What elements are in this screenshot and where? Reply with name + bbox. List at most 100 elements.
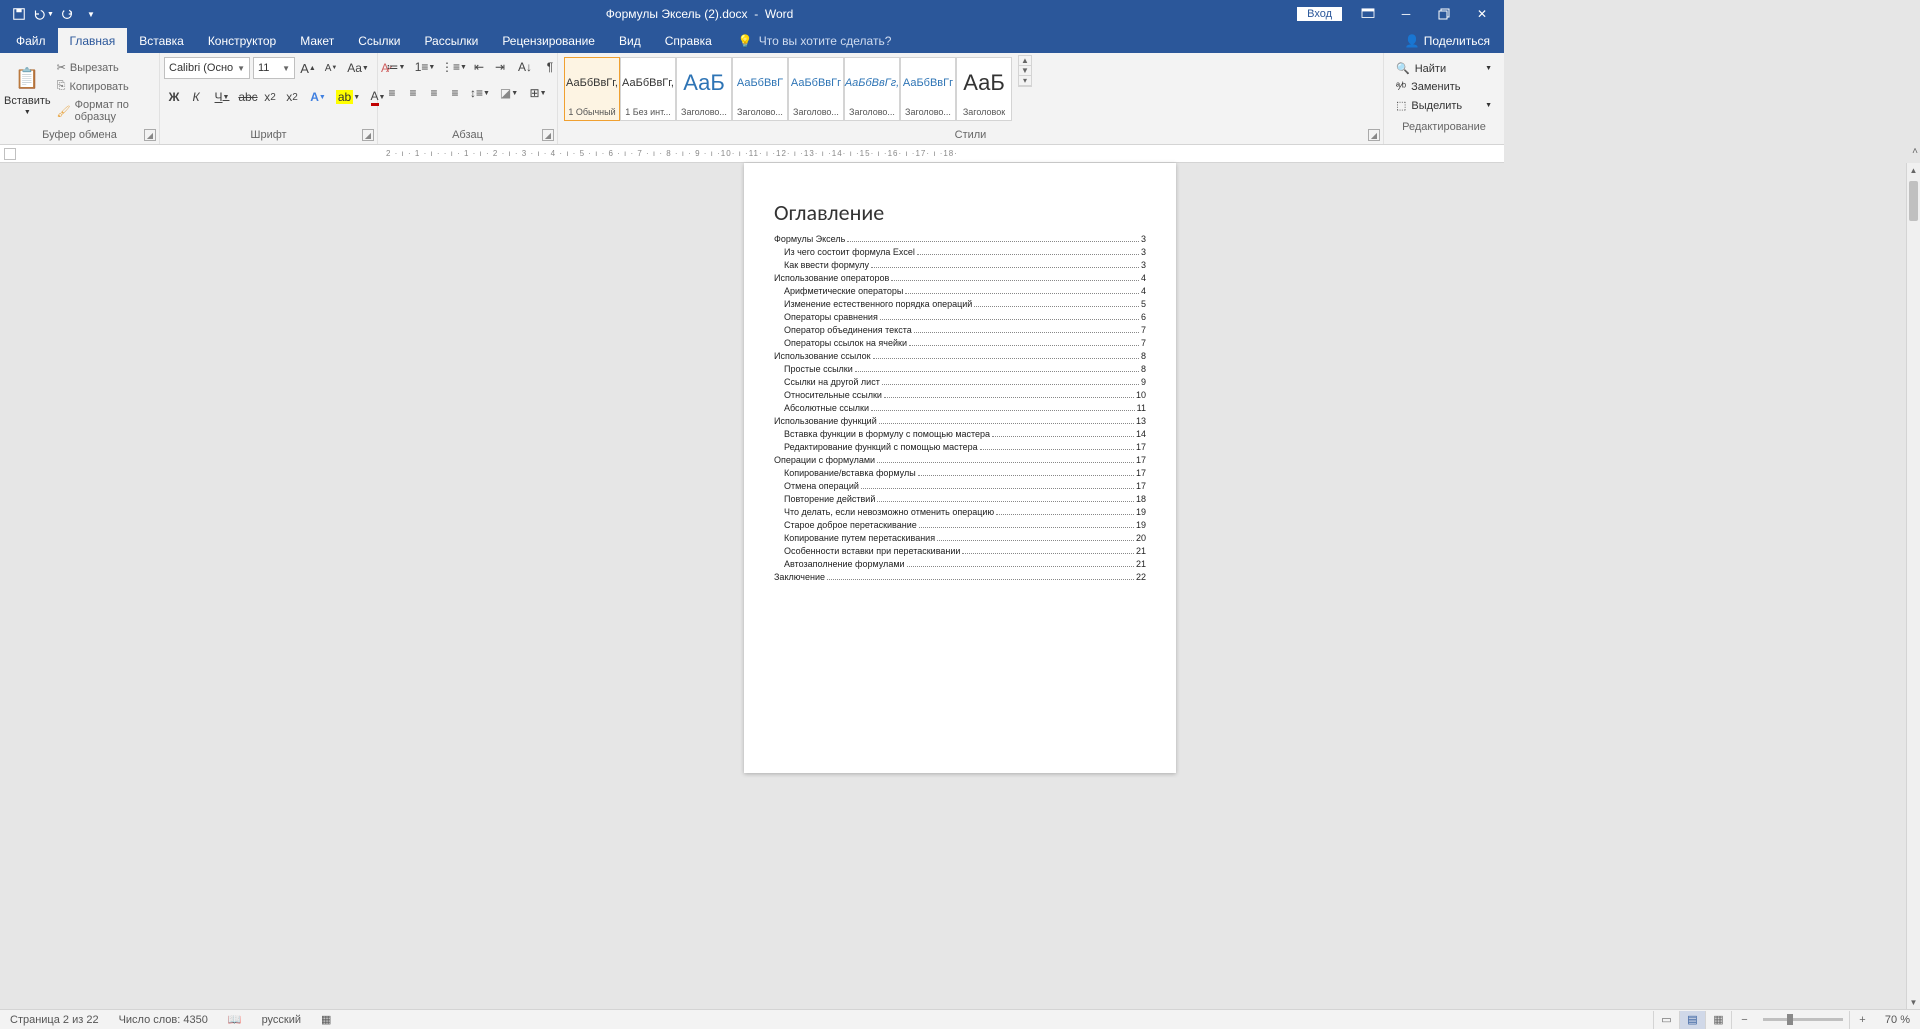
style-item-0[interactable]: АаБбВвГг,1 Обычный	[564, 57, 620, 121]
find-button[interactable]: 🔍Найти▼	[1390, 59, 1498, 78]
tab-home[interactable]: Главная	[58, 28, 128, 53]
underline-icon[interactable]: Ч▼	[208, 87, 236, 107]
toc-entry[interactable]: Относительные ссылки10	[784, 390, 1146, 400]
paragraph-dialog-launcher[interactable]: ◢	[542, 129, 554, 141]
style-item-7[interactable]: АаБЗаголовок	[956, 57, 1012, 121]
toc-entry[interactable]: Ссылки на другой лист9	[784, 377, 1146, 387]
toc-entry[interactable]: Использование операторов4	[774, 273, 1146, 283]
style-item-6[interactable]: АаБбВвГгЗаголово...	[900, 57, 956, 121]
toc-entry[interactable]: Из чего состоит формула Excel3	[784, 247, 1146, 257]
zoom-slider[interactable]	[1763, 1018, 1843, 1021]
italic-icon[interactable]: К	[186, 87, 206, 107]
font-size-select[interactable]: 11▼	[253, 57, 295, 79]
justify-icon[interactable]: ≡	[445, 83, 465, 103]
tab-mailings[interactable]: Рассылки	[412, 28, 490, 53]
tab-review[interactable]: Рецензирование	[490, 28, 607, 53]
minimize-icon[interactable]: ─	[1388, 0, 1424, 28]
tab-design[interactable]: Конструктор	[196, 28, 288, 53]
toc-entry[interactable]: Автозаполнение формулами21	[784, 559, 1146, 569]
style-item-4[interactable]: АаБбВвГгЗаголово...	[788, 57, 844, 121]
line-spacing-icon[interactable]: ↕≡▼	[466, 83, 494, 103]
align-left-icon[interactable]: ≡	[382, 83, 402, 103]
status-proofing-icon[interactable]: 📖	[218, 1013, 252, 1026]
document-page[interactable]: Оглавление Формулы Эксель3Из чего состои…	[744, 163, 1176, 773]
collapse-ribbon-icon[interactable]: ˄	[1912, 146, 1918, 157]
login-button[interactable]: Вход	[1297, 7, 1342, 21]
zoom-in-icon[interactable]: +	[1849, 1011, 1875, 1029]
style-item-5[interactable]: АаБбВвГг,Заголово...	[844, 57, 900, 121]
status-words[interactable]: Число слов: 4350	[109, 1014, 218, 1026]
toc-entry[interactable]: Копирование/вставка формулы17	[784, 468, 1146, 478]
toc-entry[interactable]: Особенности вставки при перетаскивании21	[784, 546, 1146, 556]
styles-expand[interactable]: ▾	[1019, 76, 1031, 86]
decrease-indent-icon[interactable]: ⇤	[469, 57, 489, 77]
scroll-thumb[interactable]	[1909, 181, 1918, 221]
change-case-icon[interactable]: Aa▼	[344, 58, 372, 78]
toc-entry[interactable]: Что делать, если невозможно отменить опе…	[784, 507, 1146, 517]
multilevel-icon[interactable]: ⋮≡▼	[440, 57, 468, 77]
bold-icon[interactable]: Ж	[164, 87, 184, 107]
status-macro-icon[interactable]: ▦	[311, 1013, 341, 1026]
toc-entry[interactable]: Использование ссылок8	[774, 351, 1146, 361]
strike-icon[interactable]: abc	[238, 87, 258, 107]
show-marks-icon[interactable]: ¶	[540, 57, 560, 77]
qat-customize-icon[interactable]: ▼	[80, 3, 102, 25]
tab-file[interactable]: Файл	[4, 28, 58, 53]
toc-entry[interactable]: Редактирование функций с помощью мастера…	[784, 442, 1146, 452]
replace-button[interactable]: ª⁄ᵇЗаменить	[1390, 78, 1498, 96]
toc-entry[interactable]: Формулы Эксель3	[774, 234, 1146, 244]
tab-selector[interactable]	[4, 148, 16, 160]
redo-icon[interactable]	[56, 3, 78, 25]
subscript-icon[interactable]: x2	[260, 87, 280, 107]
bullets-icon[interactable]: ≔▼	[382, 57, 410, 77]
scroll-down[interactable]: ▼	[1907, 995, 1920, 1009]
style-item-2[interactable]: АаБЗаголово...	[676, 57, 732, 121]
horizontal-ruler[interactable]: 2 · ı · 1 · ı · · ı · 1 · ı · 2 · ı · 3 …	[386, 149, 958, 158]
numbering-icon[interactable]: 1≡▼	[411, 57, 439, 77]
view-read-icon[interactable]: ▭	[1653, 1011, 1679, 1029]
status-language[interactable]: русский	[252, 1014, 311, 1026]
tell-me[interactable]: 💡 Что вы хотите сделать?	[724, 28, 892, 53]
toc-entry[interactable]: Арифметические операторы4	[784, 286, 1146, 296]
align-center-icon[interactable]: ≡	[403, 83, 423, 103]
shading-icon[interactable]: ◪▼	[495, 83, 523, 103]
grow-font-icon[interactable]: A▲	[298, 58, 318, 78]
superscript-icon[interactable]: x2	[282, 87, 302, 107]
restore-icon[interactable]	[1426, 0, 1462, 28]
toc-entry[interactable]: Повторение действий18	[784, 494, 1146, 504]
cut-button[interactable]: ✂Вырезать	[53, 59, 155, 76]
tab-view[interactable]: Вид	[607, 28, 653, 53]
tab-help[interactable]: Справка	[653, 28, 724, 53]
toc-entry[interactable]: Старое доброе перетаскивание19	[784, 520, 1146, 530]
tab-insert[interactable]: Вставка	[127, 28, 196, 53]
paste-button[interactable]: 📋 Вставить ▼	[4, 55, 51, 125]
toc-entry[interactable]: Вставка функции в формулу с помощью маст…	[784, 429, 1146, 439]
increase-indent-icon[interactable]: ⇥	[490, 57, 510, 77]
style-item-3[interactable]: АаБбВвГЗаголово...	[732, 57, 788, 121]
tab-references[interactable]: Ссылки	[346, 28, 412, 53]
status-page[interactable]: Страница 2 из 22	[0, 1014, 109, 1026]
copy-button[interactable]: ⎘Копировать	[53, 78, 155, 95]
toc-entry[interactable]: Заключение22	[774, 572, 1146, 582]
style-item-1[interactable]: АаБбВвГг,1 Без инт...	[620, 57, 676, 121]
tab-layout[interactable]: Макет	[288, 28, 346, 53]
toc-entry[interactable]: Абсолютные ссылки11	[784, 403, 1146, 413]
toc-entry[interactable]: Простые ссылки8	[784, 364, 1146, 374]
styles-scroll-down[interactable]: ▼	[1019, 66, 1031, 76]
toc-entry[interactable]: Операторы сравнения6	[784, 312, 1146, 322]
undo-icon[interactable]: ▼	[32, 3, 54, 25]
shrink-font-icon[interactable]: A▼	[321, 58, 341, 78]
scroll-up[interactable]: ▲	[1907, 163, 1920, 177]
text-effects-icon[interactable]: A▼	[304, 87, 332, 107]
font-dialog-launcher[interactable]: ◢	[362, 129, 374, 141]
toc-entry[interactable]: Операторы ссылок на ячейки7	[784, 338, 1146, 348]
font-name-select[interactable]: Calibri (Осно▼	[164, 57, 250, 79]
sort-icon[interactable]: A↓	[511, 57, 539, 77]
borders-icon[interactable]: ⊞▼	[524, 83, 552, 103]
toc-entry[interactable]: Копирование путем перетаскивания20	[784, 533, 1146, 543]
zoom-out-icon[interactable]: −	[1731, 1011, 1757, 1029]
styles-scroll-up[interactable]: ▲	[1019, 56, 1031, 66]
toc-entry[interactable]: Операции с формулами17	[774, 455, 1146, 465]
close-icon[interactable]: ✕	[1464, 0, 1500, 28]
view-print-icon[interactable]: ▤	[1679, 1011, 1705, 1029]
